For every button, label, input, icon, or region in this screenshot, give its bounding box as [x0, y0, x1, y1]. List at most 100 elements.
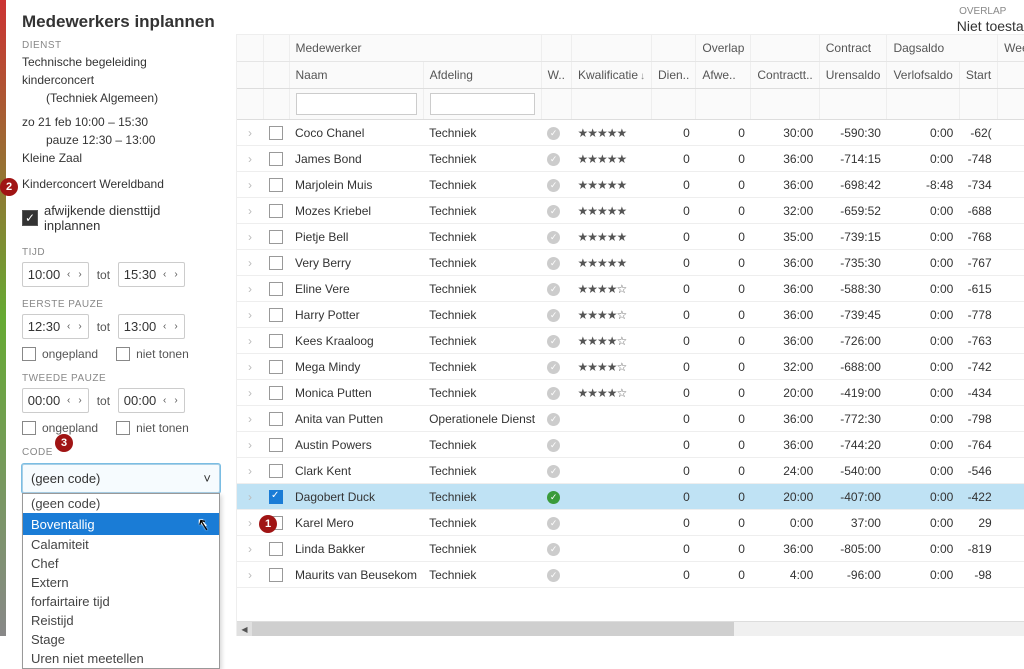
- col-urensaldo[interactable]: Urensaldo: [819, 62, 887, 89]
- table-row[interactable]: ›Harry PotterTechniek✓★★★★☆0036:00-739:4…: [237, 302, 1024, 328]
- row-checkbox[interactable]: [269, 334, 283, 348]
- code-opt[interactable]: Extern: [23, 573, 219, 592]
- col-afdeling[interactable]: Afdeling: [423, 62, 541, 89]
- table-row[interactable]: ›Anita van PuttenOperationele Dienst✓003…: [237, 406, 1024, 432]
- col-contract[interactable]: Contractt..: [751, 62, 819, 89]
- status-icon: ✓: [547, 413, 560, 426]
- table-row[interactable]: ›Clark KentTechniek✓0024:00-540:000:00-5…: [237, 458, 1024, 484]
- code-opt[interactable]: Reistijd: [23, 611, 219, 630]
- row-checkbox[interactable]: [269, 230, 283, 244]
- overlap-select[interactable]: Niet toestaan▾: [236, 17, 1024, 34]
- scroll-left-icon[interactable]: ◀: [237, 622, 252, 637]
- expand-icon[interactable]: ›: [243, 360, 257, 374]
- row-checkbox[interactable]: [269, 490, 283, 504]
- p1-from[interactable]: 12:30‹›: [22, 314, 89, 339]
- expand-icon[interactable]: ›: [243, 282, 257, 296]
- row-checkbox[interactable]: [269, 568, 283, 582]
- col-w[interactable]: W..: [541, 62, 571, 89]
- col-dien[interactable]: Dien..: [652, 62, 696, 89]
- row-checkbox[interactable]: [269, 308, 283, 322]
- chevron-right-icon[interactable]: ›: [172, 269, 179, 280]
- expand-icon[interactable]: ›: [243, 386, 257, 400]
- table-row[interactable]: ›Marjolein MuisTechniek✓★★★★★0036:00-698…: [237, 172, 1024, 198]
- table-row[interactable]: ›Mega MindyTechniek✓★★★★☆0032:00-688:000…: [237, 354, 1024, 380]
- table-row[interactable]: ›Maurits van BeusekomTechniek✓004:00-96:…: [237, 562, 1024, 588]
- expand-icon[interactable]: ›: [243, 542, 257, 556]
- p1-ongepland-cb[interactable]: [22, 347, 36, 361]
- p2-ongepland-cb[interactable]: [22, 421, 36, 435]
- row-checkbox[interactable]: [269, 126, 283, 140]
- expand-icon[interactable]: ›: [243, 230, 257, 244]
- code-opt[interactable]: Calamiteit: [23, 535, 219, 554]
- expand-icon[interactable]: ›: [243, 412, 257, 426]
- chevron-left-icon[interactable]: ‹: [65, 269, 72, 280]
- p1-to[interactable]: 13:00‹›: [118, 314, 185, 339]
- afwijkend-checkbox[interactable]: ✓: [22, 210, 38, 226]
- expand-icon[interactable]: ›: [243, 438, 257, 452]
- p2-niettonen-cb[interactable]: [116, 421, 130, 435]
- table-row[interactable]: ›Pietje BellTechniek✓★★★★★0035:00-739:15…: [237, 224, 1024, 250]
- expand-icon[interactable]: ›: [243, 334, 257, 348]
- filter-naam[interactable]: [296, 93, 417, 115]
- expand-icon[interactable]: ›: [243, 516, 257, 530]
- p1-niettonen-cb[interactable]: [116, 347, 130, 361]
- p2-from[interactable]: 00:00‹›: [22, 388, 89, 413]
- row-checkbox[interactable]: [269, 542, 283, 556]
- table-row[interactable]: ›Karel MeroTechniek✓000:0037:000:0029: [237, 510, 1024, 536]
- table-row[interactable]: ›Coco ChanelTechniek✓★★★★★0030:00-590:30…: [237, 120, 1024, 146]
- code-opt[interactable]: Uren niet meetellen: [23, 649, 219, 668]
- row-checkbox[interactable]: [269, 178, 283, 192]
- expand-icon[interactable]: ›: [243, 126, 257, 140]
- code-dropdown[interactable]: (geen code) Boventallig⬉ Calamiteit Chef…: [22, 493, 220, 669]
- code-opt-selected[interactable]: Boventallig⬉: [23, 513, 219, 535]
- row-checkbox[interactable]: [269, 386, 283, 400]
- row-checkbox[interactable]: [269, 360, 283, 374]
- table-row[interactable]: ›Linda BakkerTechniek✓0036:00-805:000:00…: [237, 536, 1024, 562]
- code-select[interactable]: (geen code) ˅: [22, 464, 220, 493]
- code-opt[interactable]: (geen code): [23, 494, 219, 513]
- row-checkbox[interactable]: [269, 256, 283, 270]
- tijd-from[interactable]: 10:00‹›: [22, 262, 89, 287]
- expand-icon[interactable]: ›: [243, 568, 257, 582]
- col-afwe[interactable]: Afwe..: [696, 62, 751, 89]
- expand-icon[interactable]: ›: [243, 256, 257, 270]
- cell-uren: -772:30: [819, 406, 887, 432]
- row-checkbox[interactable]: [269, 152, 283, 166]
- col-start[interactable]: Start: [959, 62, 997, 89]
- table-row[interactable]: ›Kees KraaloogTechniek✓★★★★☆0036:00-726:…: [237, 328, 1024, 354]
- table-row[interactable]: ›Austin PowersTechniek✓0036:00-744:200:0…: [237, 432, 1024, 458]
- filter-afdeling[interactable]: [430, 93, 535, 115]
- col-naam[interactable]: Naam: [289, 62, 423, 89]
- table-row[interactable]: ›Eline VereTechniek✓★★★★☆0036:00-588:300…: [237, 276, 1024, 302]
- horizontal-scrollbar[interactable]: ◀ ▶: [237, 621, 1024, 636]
- status-icon: ✓: [547, 335, 560, 348]
- row-checkbox[interactable]: [269, 204, 283, 218]
- chevron-down-icon: ˅: [203, 471, 211, 486]
- code-opt[interactable]: Chef: [23, 554, 219, 573]
- row-checkbox[interactable]: [269, 412, 283, 426]
- expand-icon[interactable]: ›: [243, 308, 257, 322]
- expand-icon[interactable]: ›: [243, 178, 257, 192]
- expand-icon[interactable]: ›: [243, 204, 257, 218]
- table-row[interactable]: ›Monica PuttenTechniek✓★★★★☆0020:00-419:…: [237, 380, 1024, 406]
- row-checkbox[interactable]: [269, 282, 283, 296]
- code-opt[interactable]: Stage: [23, 630, 219, 649]
- tijd-to[interactable]: 15:30‹›: [118, 262, 185, 287]
- chevron-right-icon[interactable]: ›: [76, 269, 83, 280]
- p2-to[interactable]: 00:00‹›: [118, 388, 185, 413]
- expand-icon[interactable]: ›: [243, 464, 257, 478]
- col-kwalificatie[interactable]: Kwalificatie↓: [571, 62, 651, 89]
- expand-icon[interactable]: ›: [243, 490, 257, 504]
- code-opt[interactable]: forfairtaire tijd: [23, 592, 219, 611]
- row-checkbox[interactable]: [269, 438, 283, 452]
- row-checkbox[interactable]: [269, 464, 283, 478]
- table-row[interactable]: ›Dagobert DuckTechniek✓0020:00-407:000:0…: [237, 484, 1024, 510]
- table-row[interactable]: ›Mozes KriebelTechniek✓★★★★★0032:00-659:…: [237, 198, 1024, 224]
- cell-naam: Maurits van Beusekom: [289, 562, 423, 588]
- chevron-left-icon[interactable]: ‹: [161, 269, 168, 280]
- expand-icon[interactable]: ›: [243, 152, 257, 166]
- table-row[interactable]: ›Very BerryTechniek✓★★★★★0036:00-735:300…: [237, 250, 1024, 276]
- col-verlofsaldo[interactable]: Verlofsaldo: [887, 62, 959, 89]
- table-row[interactable]: ›James BondTechniek✓★★★★★0036:00-714:150…: [237, 146, 1024, 172]
- cell-afdeling: Techniek: [423, 562, 541, 588]
